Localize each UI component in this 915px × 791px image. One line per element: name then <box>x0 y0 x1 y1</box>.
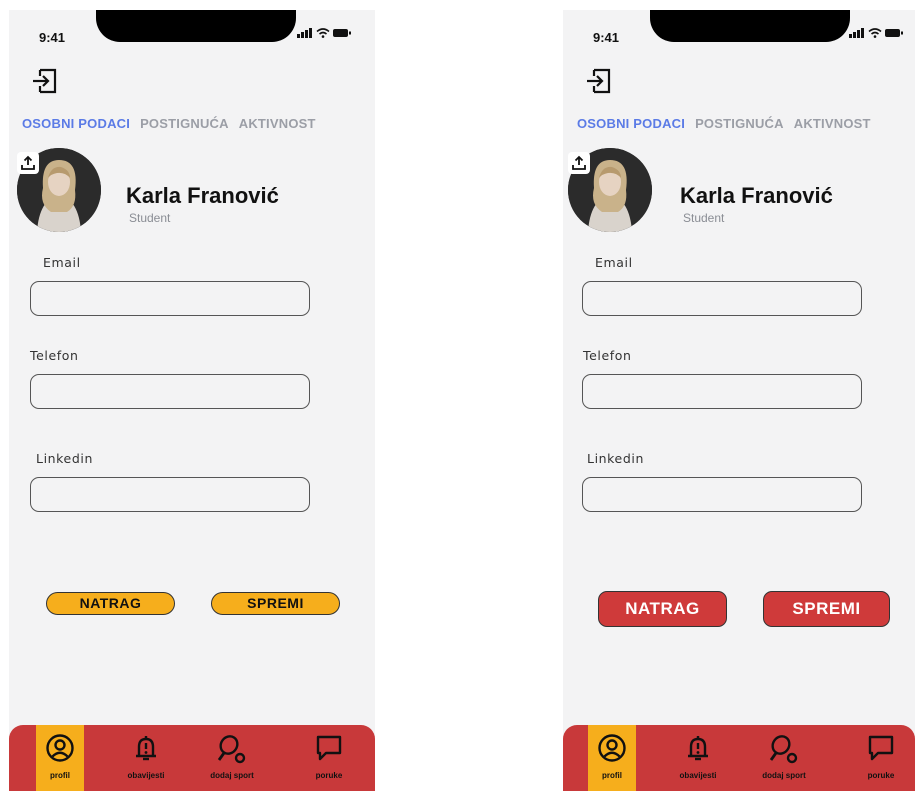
nav-item-add-sport[interactable]: dodaj sport <box>760 725 808 791</box>
avatar-container <box>17 148 101 232</box>
tab-achievements[interactable]: POSTIGNUĆA <box>140 116 229 131</box>
nav-label-add-sport: dodaj sport <box>210 771 254 780</box>
phone-label: Telefon <box>30 348 79 363</box>
nav-label-add-sport: dodaj sport <box>762 771 806 780</box>
tab-personal-data[interactable]: OSOBNI PODACI <box>22 116 130 131</box>
status-time: 9:41 <box>593 30 620 45</box>
linkedin-label: Linkedin <box>36 451 93 466</box>
battery-icon <box>885 29 903 37</box>
phone-label: Telefon <box>583 348 632 363</box>
save-button[interactable]: SPREMI <box>763 591 890 627</box>
phone-field[interactable] <box>582 374 862 409</box>
user-circle-icon <box>46 734 74 762</box>
profile-name: Karla Franović <box>680 183 833 208</box>
nav-item-messages[interactable]: poruke <box>305 725 353 791</box>
signal-icon <box>297 28 312 38</box>
nav-item-add-sport[interactable]: dodaj sport <box>208 725 256 791</box>
phone-screen-yellow-variant: 9:41 OSOBNI PODACI POSTIGNUĆA AKTIVNOST … <box>9 10 375 791</box>
user-circle-icon <box>598 734 626 762</box>
linkedin-field[interactable] <box>30 477 310 512</box>
wifi-icon <box>316 28 330 38</box>
message-icon <box>316 735 342 761</box>
linkedin-label: Linkedin <box>587 451 644 466</box>
tab-activity[interactable]: AKTIVNOST <box>239 116 316 131</box>
tab-personal-data[interactable]: OSOBNI PODACI <box>577 116 685 131</box>
bell-alert-icon <box>688 736 708 761</box>
racket-icon <box>769 735 798 764</box>
email-field[interactable] <box>582 281 862 316</box>
phone-screen-red-variant: 9:41 OSOBNI PODACI POSTIGNUĆA AKTIVNOST … <box>563 10 915 791</box>
status-icons <box>297 28 351 38</box>
back-button[interactable]: NATRAG <box>46 592 175 615</box>
signal-icon <box>849 28 864 38</box>
nav-item-messages[interactable]: poruke <box>857 725 905 791</box>
message-icon <box>868 735 894 761</box>
avatar-container <box>568 148 652 232</box>
wifi-icon <box>868 28 882 38</box>
profile-tabs: OSOBNI PODACI POSTIGNUĆA AKTIVNOST <box>577 116 871 131</box>
nav-item-notifications[interactable]: obavijesti <box>674 725 722 791</box>
nav-label-notifications: obavijesti <box>679 771 717 780</box>
back-button[interactable]: NATRAG <box>598 591 727 627</box>
logout-icon[interactable] <box>31 66 59 101</box>
profile-name: Karla Franović <box>126 183 279 208</box>
email-label: Email <box>43 255 81 270</box>
upload-photo-icon[interactable] <box>17 152 39 174</box>
nav-label-messages: poruke <box>315 771 343 780</box>
nav-item-profile[interactable]: profil <box>588 725 636 791</box>
bell-alert-icon <box>136 736 156 761</box>
bottom-navbar: profil obavijesti dodaj sport poruke <box>9 725 375 791</box>
nav-item-notifications[interactable]: obavijesti <box>122 725 170 791</box>
phone-field[interactable] <box>30 374 310 409</box>
notch <box>96 10 296 42</box>
racket-icon <box>217 735 246 764</box>
nav-label-profile: profil <box>50 771 70 780</box>
notch <box>650 10 850 42</box>
status-icons <box>849 28 903 38</box>
profile-role: Student <box>683 211 725 225</box>
email-field[interactable] <box>30 281 310 316</box>
battery-icon <box>333 29 351 37</box>
nav-label-profile: profil <box>602 771 622 780</box>
nav-item-profile[interactable]: profil <box>36 725 84 791</box>
profile-tabs: OSOBNI PODACI POSTIGNUĆA AKTIVNOST <box>22 116 316 131</box>
email-label: Email <box>595 255 633 270</box>
linkedin-field[interactable] <box>582 477 862 512</box>
logout-icon[interactable] <box>585 66 613 101</box>
profile-role: Student <box>129 211 171 225</box>
tab-activity[interactable]: AKTIVNOST <box>794 116 871 131</box>
bottom-navbar: profil obavijesti dodaj sport poruke <box>563 725 915 791</box>
save-button[interactable]: SPREMI <box>211 592 340 615</box>
nav-label-messages: poruke <box>867 771 895 780</box>
tab-achievements[interactable]: POSTIGNUĆA <box>695 116 784 131</box>
nav-label-notifications: obavijesti <box>127 771 165 780</box>
status-time: 9:41 <box>39 30 66 45</box>
upload-photo-icon[interactable] <box>568 152 590 174</box>
